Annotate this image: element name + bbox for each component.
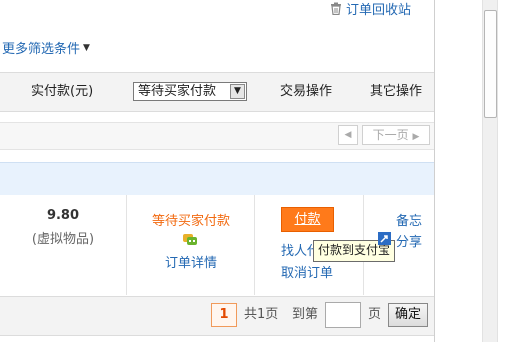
trash-icon (330, 2, 342, 15)
recycle-bin-label: 订单回收站 (346, 2, 412, 18)
table-header: 实付款(元) 等待买家付款 ▼ 交易操作 其它操作 (0, 72, 434, 112)
content-border (434, 0, 435, 342)
order-header (0, 162, 434, 196)
share-link[interactable]: 分享 (396, 231, 422, 250)
page-unit-label: 页 (368, 307, 382, 322)
status-filter-value: 等待买家付款 (138, 84, 217, 99)
scrollbar-thumb[interactable] (484, 10, 497, 118)
column-divider (254, 195, 255, 295)
total-pages-label: 共1页 (244, 307, 279, 322)
order-price: 9.80 (46, 208, 80, 223)
next-page-button[interactable]: 下一页 ▶ (362, 125, 430, 145)
more-filter-label: 更多筛选条件 (2, 42, 81, 57)
next-page-label: 下一页 (372, 128, 409, 142)
order-recycle-bin-link[interactable]: 订单回收站 (330, 0, 412, 18)
chevron-down-icon[interactable]: ▼ (230, 84, 245, 99)
chat-icon (183, 234, 197, 246)
bottom-pagination: 1 共1页 到第 页 确定 (0, 296, 434, 336)
pay-button[interactable]: 付款 (281, 207, 334, 232)
current-page-button[interactable]: 1 (211, 303, 237, 327)
caret-down-icon: ▼ (83, 42, 90, 53)
cancel-order-link[interactable]: 取消订单 (281, 262, 333, 281)
header-paid: 实付款(元) (31, 84, 94, 99)
status-filter-select[interactable]: 等待买家付款 ▼ (133, 82, 247, 101)
header-actions: 交易操作 (280, 84, 333, 99)
header-other: 其它操作 (370, 84, 423, 99)
confirm-button[interactable]: 确定 (388, 303, 428, 327)
share-icon (378, 232, 391, 245)
order-status: 等待买家付款 (151, 214, 230, 229)
chevron-right-icon: ▶ (412, 132, 420, 142)
order-detail-link[interactable]: 订单详情 (128, 252, 254, 271)
column-divider (126, 195, 127, 295)
order-product-type: (虚拟物品) (31, 232, 95, 247)
memo-link[interactable]: 备忘 (396, 210, 422, 229)
page-number-input[interactable] (325, 302, 361, 328)
prev-page-icon[interactable]: ◀ (338, 125, 358, 145)
top-pager: ◀ 下一页 ▶ (0, 122, 434, 150)
more-filter-toggle[interactable]: 更多筛选条件 ▼ (2, 38, 90, 57)
goto-label: 到第 (292, 307, 319, 322)
